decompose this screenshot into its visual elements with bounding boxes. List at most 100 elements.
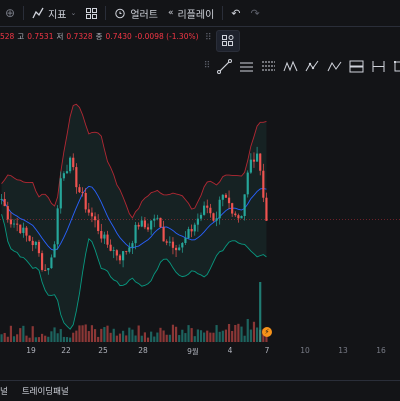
- candle-body: [6, 206, 9, 220]
- candle-body: [34, 241, 37, 246]
- volume-bar: [69, 337, 72, 342]
- undo-button[interactable]: ↶: [226, 0, 245, 26]
- time-axis-label: 22: [61, 346, 71, 355]
- lightning-alert-icon[interactable]: ⚡: [262, 327, 272, 337]
- volume-bar: [25, 335, 28, 342]
- candle-body: [28, 235, 31, 241]
- candle-body: [3, 198, 6, 207]
- date-range-tool[interactable]: [369, 57, 388, 76]
- volume-bar: [131, 329, 134, 342]
- close-value: 0.7430: [105, 31, 132, 41]
- projection-tool[interactable]: [325, 57, 344, 76]
- candle-body: [137, 224, 140, 227]
- low-label: 저: [56, 31, 64, 41]
- volume-bar: [174, 326, 178, 342]
- volume-bar: [28, 337, 31, 342]
- volume-bar: [249, 329, 252, 342]
- volume-bar: [100, 328, 103, 342]
- volume-bar: [106, 325, 109, 342]
- add-symbol-button[interactable]: ⊕: [0, 0, 20, 26]
- low-value: 0.7328: [66, 31, 93, 41]
- indicators-button[interactable]: 지표 ⌄: [27, 0, 81, 26]
- time-axis-label: 13: [338, 346, 348, 355]
- volume-bar: [184, 333, 187, 342]
- candle-body: [0, 198, 3, 200]
- volume-bar: [81, 325, 84, 342]
- volume-bar: [212, 332, 215, 342]
- trading-panel-tab[interactable]: 트레이딩패널: [22, 385, 69, 397]
- volume-bar: [231, 330, 234, 342]
- templates-button[interactable]: [81, 0, 102, 26]
- redo-button[interactable]: ↷: [246, 0, 265, 26]
- trend-line-tool[interactable]: [215, 57, 234, 76]
- candle-body: [252, 159, 256, 162]
- volume-bar: [78, 325, 81, 342]
- long-position-tool[interactable]: [347, 57, 366, 76]
- candle-body: [224, 194, 228, 198]
- candle-body: [178, 247, 181, 251]
- volume-bar: [31, 326, 34, 342]
- candle-body: [84, 192, 87, 210]
- volume-bar: [165, 334, 168, 342]
- volume-bar: [16, 334, 19, 342]
- volume-bar: [90, 325, 94, 342]
- alert-button[interactable]: 얼러트: [109, 0, 163, 26]
- volume-bar: [215, 325, 218, 342]
- replay-button[interactable]: « 리플레이: [163, 0, 219, 26]
- volume-bar: [22, 325, 25, 342]
- bottom-panel-bar: 널 트레이딩패널: [0, 380, 400, 401]
- candle-body: [134, 224, 137, 244]
- candle-body: [12, 223, 16, 225]
- horizontal-ray-tool[interactable]: [237, 57, 256, 76]
- volume-bar: [65, 337, 69, 342]
- volume-bar: [156, 332, 159, 342]
- candle-body: [9, 219, 12, 225]
- fib-retracement-tool[interactable]: [259, 57, 278, 76]
- candle-body: [240, 215, 243, 219]
- volume-bar: [9, 325, 12, 342]
- top-toolbar: ⊕ 지표 ⌄ 얼러트 « 리플레이 ↶ ↷: [0, 0, 400, 27]
- candle-body: [246, 172, 249, 195]
- rectangle-tool[interactable]: [391, 57, 400, 76]
- time-axis[interactable]: 19 22 25 28 9월 4 7 10 13 16: [0, 344, 400, 358]
- volume-bar: [234, 324, 237, 342]
- candle-body: [199, 214, 203, 219]
- candle-body: [231, 203, 234, 214]
- volume-bar: [187, 325, 190, 342]
- chevron-down-icon: ⌄: [70, 9, 77, 17]
- volume-bar: [0, 334, 3, 342]
- volume-bar: [50, 331, 53, 342]
- position-icon: [349, 60, 364, 72]
- volume-bar: [159, 327, 162, 342]
- drawing-toolbar-toggle[interactable]: [216, 30, 240, 52]
- drag-handle-icon[interactable]: ⠿: [205, 33, 212, 43]
- redo-icon: ↷: [250, 6, 260, 20]
- candle-body: [153, 218, 156, 221]
- volume-bar: [171, 324, 175, 342]
- volume-bar: [53, 327, 56, 342]
- time-axis-label: 25: [98, 346, 108, 355]
- drag-handle-icon[interactable]: ⠿: [202, 57, 212, 76]
- candle-body: [19, 224, 22, 233]
- volume-bar: [178, 335, 181, 342]
- volume-bar: [118, 333, 122, 342]
- volume-bar: [206, 330, 209, 342]
- volume-bar: [103, 327, 106, 342]
- pattern-tool[interactable]: [281, 57, 300, 76]
- candle-body: [125, 251, 128, 252]
- elliott-wave-tool[interactable]: [303, 57, 322, 76]
- volume-bar: [240, 326, 243, 342]
- time-axis-label: 19: [26, 346, 36, 355]
- time-axis-label: 16: [376, 346, 386, 355]
- volume-bar: [218, 331, 221, 342]
- candle-body: [168, 241, 171, 243]
- panel-tab-label[interactable]: 널: [0, 385, 8, 397]
- volume-bar: [162, 330, 165, 342]
- candle-body: [31, 240, 34, 246]
- candle-body: [97, 220, 100, 232]
- grid-icon: [86, 7, 98, 19]
- rewind-icon: «: [167, 8, 174, 18]
- volume-bar: [6, 336, 9, 342]
- indicators-label: 지표: [48, 9, 67, 21]
- candle-body: [184, 238, 187, 244]
